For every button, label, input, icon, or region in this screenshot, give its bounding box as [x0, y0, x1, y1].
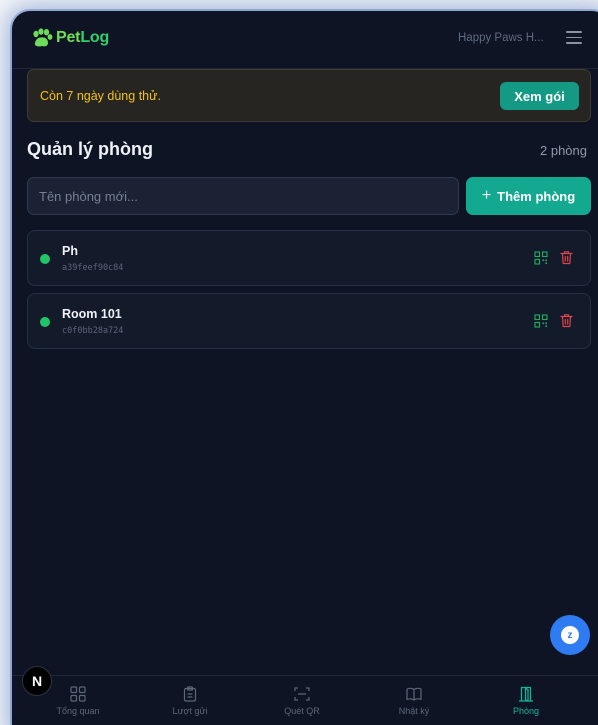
qr-code-icon[interactable] — [534, 314, 548, 328]
nav-label: Tổng quan — [56, 706, 100, 716]
nav-item-nhat-ky[interactable]: Nhật ký — [359, 676, 469, 725]
room-name: Ph — [62, 244, 78, 258]
trash-icon[interactable] — [560, 313, 573, 328]
app-window: PetLog Happy Paws H... Còn 7 ngày dùng t… — [12, 11, 598, 725]
nav-label: Phòng — [512, 706, 540, 716]
room-card[interactable]: Room 101 c0f0bb28a724 — [27, 293, 591, 349]
trash-icon[interactable] — [560, 250, 573, 265]
dev-tools-badge[interactable]: N — [22, 666, 52, 696]
nav-label: Lượt gửi — [172, 706, 208, 716]
logo-text: PetLog — [56, 29, 109, 47]
nav-item-luot-gui[interactable]: Lượt gửi — [135, 676, 245, 725]
clipboard-icon — [183, 686, 197, 702]
bottom-nav: Tổng quan Lượt gửi Quét QR Nhật ký Phòng — [12, 675, 598, 725]
clinic-name[interactable]: Happy Paws H... — [458, 32, 544, 44]
logo-text-log: Log — [80, 29, 110, 46]
chat-icon: z — [561, 626, 579, 644]
scan-icon — [294, 687, 310, 701]
book-icon — [406, 687, 422, 701]
new-room-input[interactable] — [27, 177, 459, 215]
nav-label: Nhật ký — [398, 706, 430, 716]
trial-message: Còn 7 ngày dùng thử. — [40, 89, 161, 103]
trial-banner: Còn 7 ngày dùng thử. Xem gói — [27, 69, 591, 122]
logo-text-pet: Pet — [56, 29, 81, 46]
logo[interactable]: PetLog — [31, 28, 109, 48]
add-room-label: Thêm phòng — [497, 188, 576, 204]
room-count: 2 phòng — [540, 143, 587, 158]
qr-code-icon[interactable] — [534, 251, 548, 265]
plus-icon: + — [481, 187, 492, 204]
room-name: Room 101 — [62, 307, 122, 321]
chat-button[interactable]: z — [550, 615, 590, 655]
room-id: c0f0bb28a724 — [62, 326, 124, 336]
dashboard-icon — [70, 686, 86, 702]
page-title: Quản lý phòng — [27, 139, 153, 159]
app-header: PetLog Happy Paws H... — [12, 11, 598, 69]
add-room-button[interactable]: + Thêm phòng — [466, 177, 591, 215]
room-card[interactable]: Ph a39feef90c84 — [27, 230, 591, 286]
view-plans-button[interactable]: Xem gói — [500, 82, 579, 110]
hamburger-menu-icon[interactable] — [566, 31, 582, 45]
nav-item-phong[interactable]: Phòng — [471, 676, 581, 725]
paw-icon — [33, 28, 53, 47]
room-id: a39feef90c84 — [62, 263, 124, 273]
door-icon — [519, 686, 533, 702]
nav-item-quet-qr[interactable]: Quét QR — [247, 676, 357, 725]
status-dot — [40, 317, 50, 327]
status-dot — [40, 254, 50, 264]
nav-label: Quét QR — [284, 706, 320, 716]
